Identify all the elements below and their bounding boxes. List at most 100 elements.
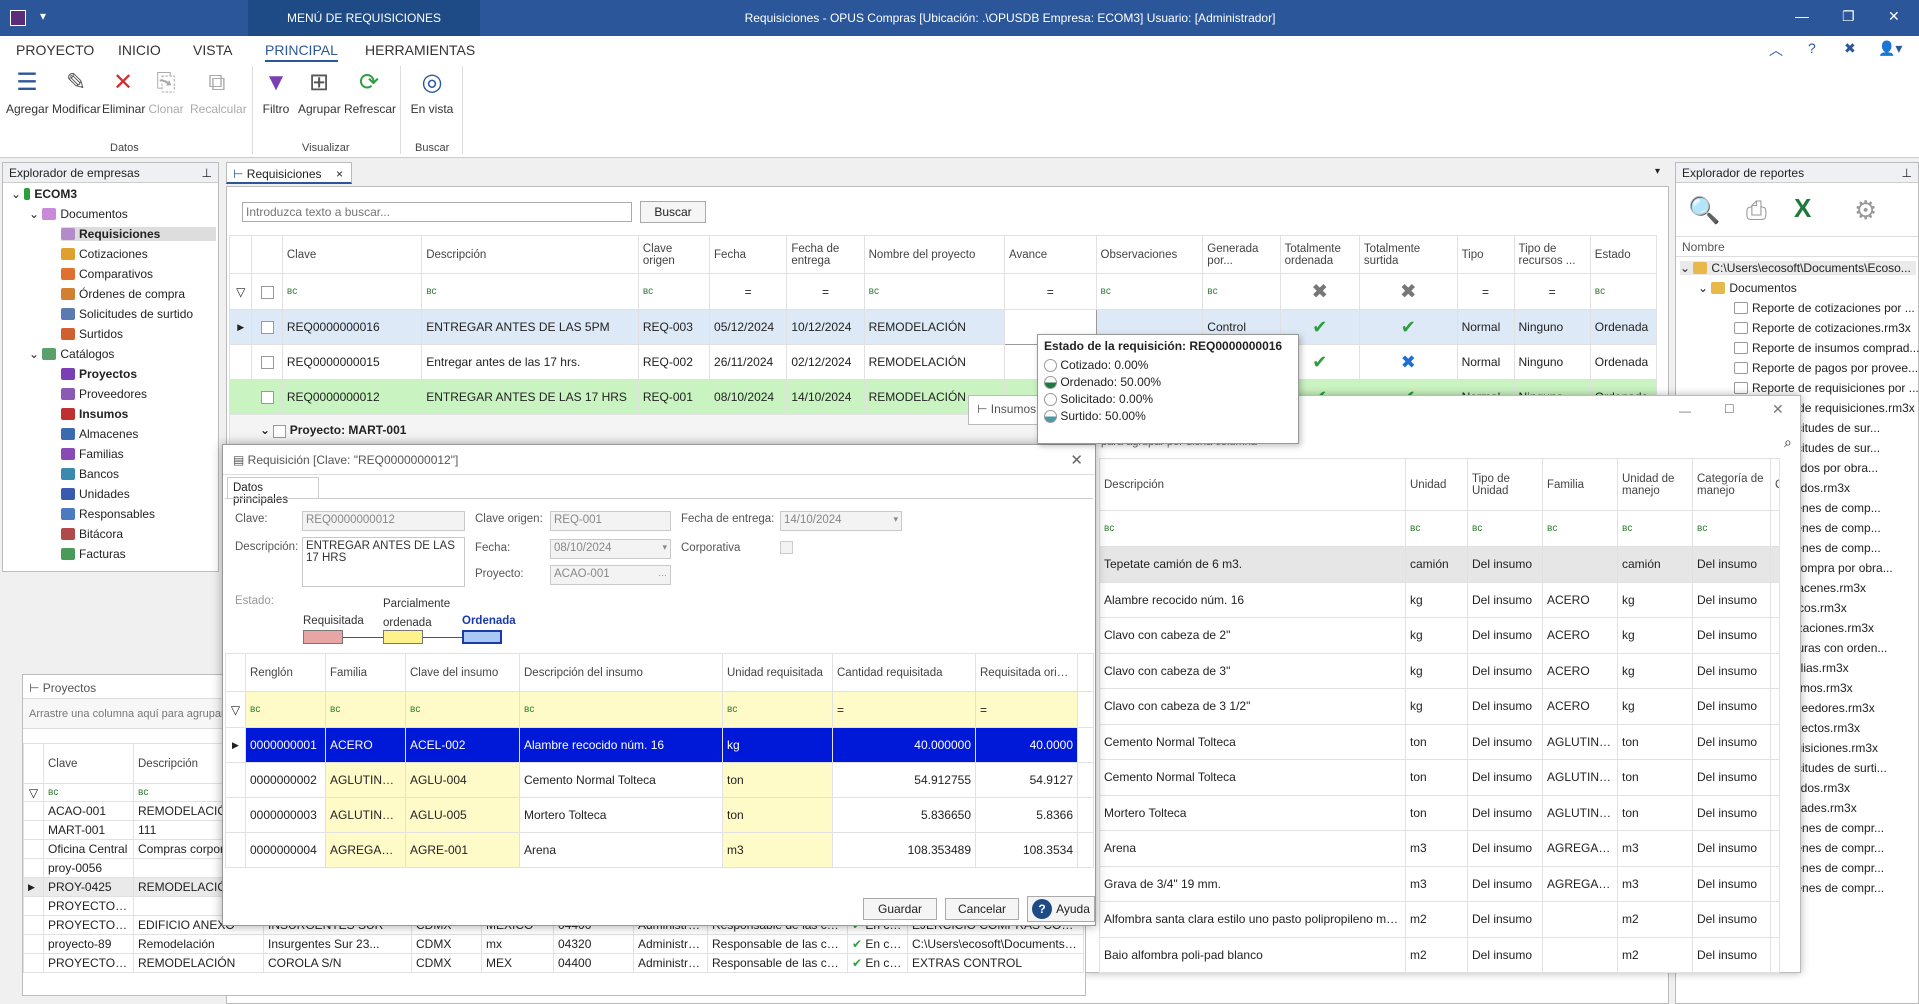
col-familia[interactable]: Familia [1542, 458, 1618, 511]
tree-root[interactable]: ⌄ ECOM3 [11, 187, 77, 201]
table-row[interactable]: 0000000004 AGREGADOS AGRE-001 Arena m3 108.35… [225, 832, 1094, 868]
col-familia[interactable]: Familia [325, 653, 406, 692]
table-row[interactable]: Clavo con cabeza de 3 1/2" kg Del insumo AC… [1099, 688, 1780, 725]
filter-cell[interactable]: = [832, 691, 976, 728]
fecha-field[interactable]: 08/10/2024 ▾ [550, 539, 671, 559]
menu-tab[interactable]: MENÚ DE REQUISICIONES [248, 0, 480, 36]
col-totalmente-ordenada[interactable]: Totalmente ordenada [1279, 235, 1360, 274]
tree-item-unidades[interactable]: Unidades [61, 487, 130, 501]
tree-item-requisiciones[interactable]: Requisiciones [61, 227, 216, 241]
filter-cell[interactable]: ʙc [1202, 273, 1281, 310]
refrescar-button[interactable]: ⟳ Refrescar [344, 68, 396, 116]
filter-cell[interactable]: ʙc [405, 691, 520, 728]
tab-dropdown-icon[interactable]: ▾ [1655, 166, 1660, 177]
table-row[interactable]: 0000000003AGLUTINANT...AGLU-005Mortero T… [225, 797, 1094, 833]
eliminar-button[interactable]: ✕ Eliminar [102, 68, 145, 116]
col-unidad-manejo[interactable]: Unidad de manejo [1617, 458, 1693, 511]
filter-cell[interactable]: ʙc [281, 273, 423, 310]
clave-field[interactable]: REQ0000000012 [302, 511, 465, 531]
col-co[interactable]: Co [1770, 458, 1780, 511]
filter-cell[interactable]: ʙc [1589, 273, 1658, 310]
user-icon[interactable]: 👤▾ [1878, 40, 1902, 57]
reports-folder[interactable]: ⌄ Documentos [1698, 281, 1797, 295]
filter-cell[interactable]: ʙc [863, 273, 1005, 310]
minimize-icon[interactable]: — [1679, 404, 1691, 418]
pin-icon[interactable]: ✖ [1844, 40, 1856, 57]
maximize-icon[interactable]: ☐ [1724, 402, 1735, 416]
preview-report-icon[interactable]: 🔍 [1688, 195, 1720, 226]
tree-item-almacenes[interactable]: Almacenes [61, 427, 138, 441]
table-row[interactable]: Mortero ToltecatonDel insumoAGLUTINAN...… [1099, 794, 1780, 831]
filter-cell[interactable]: ʙc [519, 691, 723, 728]
tree-item-proveedores[interactable]: Proveedores [61, 387, 147, 401]
filter-cell[interactable]: ʙc [722, 691, 833, 728]
col-unidad[interactable]: Unidad [1405, 458, 1468, 511]
filter-cell[interactable]: ʙc [1405, 510, 1468, 547]
col-fecha-entrega[interactable]: Fecha de entrega [786, 235, 865, 274]
tree-item-bancos[interactable]: Bancos [61, 467, 119, 481]
col-renglon[interactable]: Renglón [245, 653, 326, 692]
row-checkbox[interactable] [260, 356, 274, 370]
table-row[interactable]: Cemento Normal Tolteca ton Del insumo AGLUT… [1099, 759, 1780, 796]
table-row[interactable]: proyecto-89 Remodelación Insurgentes Sur 2… [23, 934, 1084, 954]
tree-item-cotizaciones[interactable]: Cotizaciones [61, 247, 148, 261]
filter-cell[interactable]: ʙc [1099, 510, 1406, 547]
agrupar-button[interactable]: ⊞ Agrupar [298, 68, 341, 116]
col-generada-por[interactable]: Generada por... [1202, 235, 1281, 274]
agregar-button[interactable]: ☰ Agregar [6, 68, 49, 116]
filter-cell[interactable]: = [709, 273, 788, 310]
table-row[interactable]: Clavo con cabeza de 3" kg Del insumo ACERO k… [1099, 652, 1780, 689]
filter-cell[interactable]: = [1003, 273, 1097, 310]
col-nombre-proyecto[interactable]: Nombre del proyecto [863, 235, 1005, 274]
tree-item-proyectos[interactable]: Proyectos [61, 367, 137, 381]
col-totalmente-surtida[interactable]: Totalmente surtida [1358, 235, 1458, 274]
filter-cell[interactable]: ʙc [421, 273, 639, 310]
col-tipo[interactable]: Tipo [1456, 235, 1515, 274]
search-button[interactable]: Buscar [640, 201, 706, 223]
filtro-button[interactable]: ▼ Filtro [258, 68, 294, 116]
col-estado[interactable]: Estado [1589, 235, 1658, 274]
close-tab-icon[interactable]: × [336, 167, 343, 181]
tab-vista[interactable]: VISTA [193, 42, 232, 58]
restore-icon[interactable]: ❐ [1842, 8, 1855, 25]
col-cantidad-requisitada[interactable]: Cantidad requisitada [832, 653, 976, 692]
report-item[interactable]: Reporte de insumos comprad... [1734, 341, 1919, 355]
col-requisitada-original[interactable]: Requisitada original [975, 653, 1078, 692]
filter-cell[interactable]: ʙc [1095, 273, 1204, 310]
clonar-button[interactable]: ⎘ Clonar [146, 68, 186, 116]
tab-inicio[interactable]: INICIO [118, 42, 161, 58]
tree-documentos[interactable]: ⌄ Documentos [29, 207, 128, 221]
filter-cell[interactable]: ✖ [1358, 273, 1458, 310]
modificar-button[interactable]: ✎ Modificar [52, 68, 101, 116]
table-row[interactable]: REQ0000000015 Entregar antes de las 17 hr… [228, 344, 1658, 380]
tab-datos-principales[interactable]: Datos principales [227, 477, 319, 506]
col-clave[interactable]: Clave [43, 743, 134, 784]
col-tipo-recursos[interactable]: Tipo de recursos ... [1513, 235, 1591, 274]
filter-cell[interactable]: ✖ [1279, 273, 1360, 310]
search-icon[interactable]: ⌕ [1784, 434, 1792, 451]
entrega-field[interactable]: 14/10/2024 ▾ [780, 511, 902, 531]
ayuda-button[interactable]: ? Ayuda [1027, 896, 1095, 922]
table-row[interactable]: Clavo con cabeza de 2" kg Del insumo ACERO k… [1099, 617, 1780, 654]
tree-item-surtidos[interactable]: Surtidos [61, 327, 123, 341]
col-clave-insumo[interactable]: Clave del insumo [405, 653, 520, 692]
close-icon[interactable]: ✕ [1888, 8, 1900, 25]
proyecto-field[interactable]: ACAO-001… [550, 565, 671, 585]
filter-cell[interactable]: = [1456, 273, 1515, 310]
col-tipo-unidad[interactable]: Tipo de Unidad [1467, 458, 1543, 511]
origen-field[interactable]: REQ-001 [550, 511, 671, 531]
filter-cell[interactable]: ʙc [1542, 510, 1618, 547]
table-row[interactable]: Alfombra santa clara estilo uno pasto po… [1099, 901, 1780, 938]
select-all-checkbox[interactable] [260, 285, 274, 299]
pin-icon[interactable]: ⊥ [202, 166, 212, 180]
col-avance[interactable]: Avance [1003, 235, 1097, 274]
table-row[interactable]: Cemento Normal Tolteca ton Del insumo AGLUT… [1099, 723, 1780, 760]
settings-icon[interactable]: ⚙ [1854, 195, 1877, 226]
filter-cell[interactable]: ʙc [1617, 510, 1693, 547]
close-icon[interactable]: ✕ [1070, 451, 1083, 469]
col-unidad-requisitada[interactable]: Unidad requisitada [722, 653, 833, 692]
tree-item-comparativos[interactable]: Comparativos [61, 267, 153, 281]
quick-access-dropdown-icon[interactable]: ▾ [40, 9, 46, 23]
collapse-icon[interactable]: ⌄ [260, 423, 273, 437]
filter-cell[interactable]: = [975, 691, 1078, 728]
